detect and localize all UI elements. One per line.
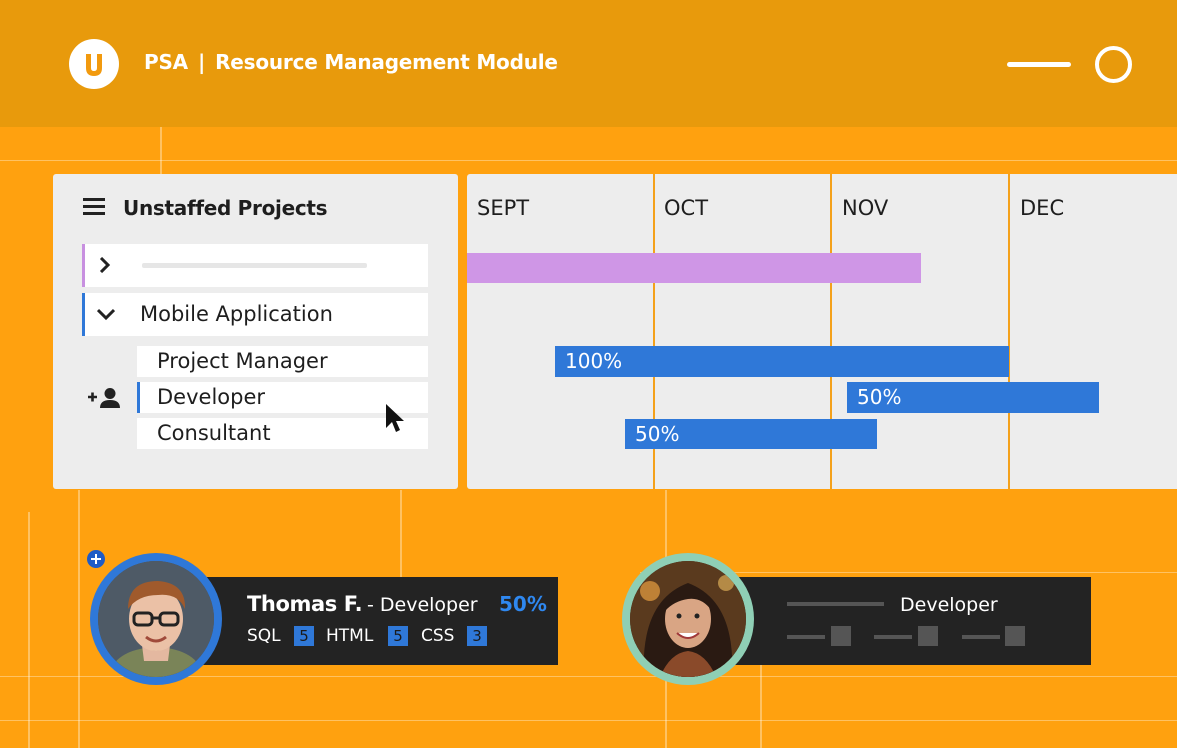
role-label: Consultant [157,421,271,445]
minimize-icon[interactable] [1007,62,1071,67]
chevron-down-icon[interactable] [97,306,115,322]
skill-level-placeholder [1005,626,1025,646]
candidate-role: - Developer [367,594,478,616]
skill-level-placeholder [918,626,938,646]
avatar-thomas[interactable] [90,553,222,685]
month-divider [1008,174,1010,489]
skill-level-placeholder [831,626,851,646]
allocation-label: 100% [565,349,623,373]
month-dec: DEC [1020,196,1065,220]
avatar-candidate-2[interactable] [622,553,754,685]
month-nov: NOV [842,196,889,220]
unstaffed-projects-panel: Unstaffed Projects Mobile Application Pr… [53,174,458,489]
skill-name: HTML [326,626,374,646]
candidate-allocation: 50% [499,592,547,616]
skill-level-badge: 3 [467,626,487,646]
hamburger-icon[interactable] [83,198,105,216]
allocation-label: 50% [857,385,902,409]
person-photo [98,561,214,677]
gantt-bar-project-manager[interactable]: 100% [555,346,1009,377]
maximize-icon[interactable] [1095,46,1132,83]
background-line [28,512,30,748]
skill-placeholder [962,635,1000,639]
person-photo [630,561,746,677]
chevron-right-icon[interactable] [97,257,113,273]
skill-level-badge: 5 [388,626,408,646]
skill-placeholder [874,635,912,639]
u-logo-icon[interactable] [69,39,119,89]
skill-name: SQL [247,626,281,646]
gantt-bar-project[interactable] [467,253,921,283]
project-row-collapsed[interactable] [82,244,428,287]
role-label: Project Manager [157,349,328,373]
gantt-timeline: SEPT OCT NOV DEC 100% 50% 50% [467,174,1177,489]
skill-level-badge: 5 [294,626,314,646]
month-oct: OCT [664,196,709,220]
background-line [160,127,162,175]
candidate-name: Thomas F. [247,592,363,616]
panel-title: Unstaffed Projects [123,196,328,220]
mouse-cursor-icon [386,404,404,432]
name-placeholder [787,602,884,606]
add-candidate-icon[interactable] [84,547,108,571]
gantt-bar-consultant[interactable]: 50% [625,419,877,449]
candidate-card-thomas[interactable] [200,577,558,665]
month-sept: SEPT [477,196,530,220]
role-row-project-manager[interactable]: Project Manager [137,346,428,377]
candidate-role: Developer [900,594,998,616]
project-name-placeholder [142,263,367,268]
module-name: Resource Management Module [215,50,558,74]
title-separator: | [197,50,206,74]
allocation-label: 50% [635,422,680,446]
project-row-mobile-application[interactable]: Mobile Application [82,293,428,336]
add-user-icon[interactable] [87,387,123,409]
product-name: PSA [144,50,188,74]
background-line [0,160,1177,161]
role-label: Developer [157,385,266,409]
skill-placeholder [787,635,825,639]
candidate-card-developer[interactable] [735,577,1091,665]
background-line [0,720,1177,721]
skill-name: CSS [421,626,455,646]
project-label: Mobile Application [140,302,333,326]
gantt-bar-developer[interactable]: 50% [847,382,1099,413]
background-line [400,490,402,580]
app-title: PSA | Resource Management Module [144,50,558,74]
background-line [78,490,80,748]
